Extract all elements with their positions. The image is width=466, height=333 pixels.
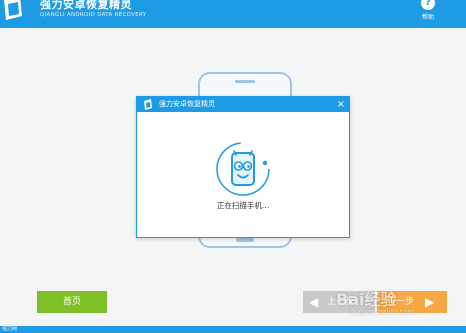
scanning-phone-icon bbox=[216, 142, 270, 196]
watermark-text: Bai经验 bbox=[336, 290, 397, 309]
app-title: 强力安卓恢复精灵 bbox=[40, 0, 132, 11]
dialog-header: 强力安卓恢复精灵 × bbox=[137, 97, 349, 112]
scan-dialog: 强力安卓恢复精灵 × 正在扫描手机... bbox=[136, 96, 350, 238]
dialog-logo-icon bbox=[144, 99, 152, 110]
help-button[interactable]: ? 帮助 bbox=[418, 0, 438, 21]
title-bar: 强力安卓恢复精灵 QIANGLI ANDROID DATA RECOVERY ?… bbox=[0, 0, 466, 28]
arrow-left-icon: ◀ bbox=[309, 295, 319, 309]
phone-speaker bbox=[235, 80, 255, 83]
app-subtitle: QIANGLI ANDROID DATA RECOVERY bbox=[40, 12, 147, 18]
help-label: 帮助 bbox=[421, 14, 434, 21]
phone-home-button-shape bbox=[236, 238, 254, 242]
scan-status-text: 正在扫描手机... bbox=[216, 201, 270, 210]
dialog-title: 强力安卓恢复精灵 bbox=[159, 100, 215, 108]
status-bar: 强力网 bbox=[0, 326, 466, 333]
app-logo-icon bbox=[4, 0, 22, 20]
close-icon[interactable]: × bbox=[337, 97, 345, 112]
status-bar-text: 强力网 bbox=[2, 326, 18, 332]
watermark-subtext: jingyan.baidu.com bbox=[350, 308, 415, 316]
baidu-watermark: Bai经验 jingyan.baidu.com bbox=[330, 282, 466, 322]
question-icon: ? bbox=[421, 0, 435, 10]
home-button[interactable]: 首页 bbox=[37, 291, 107, 313]
